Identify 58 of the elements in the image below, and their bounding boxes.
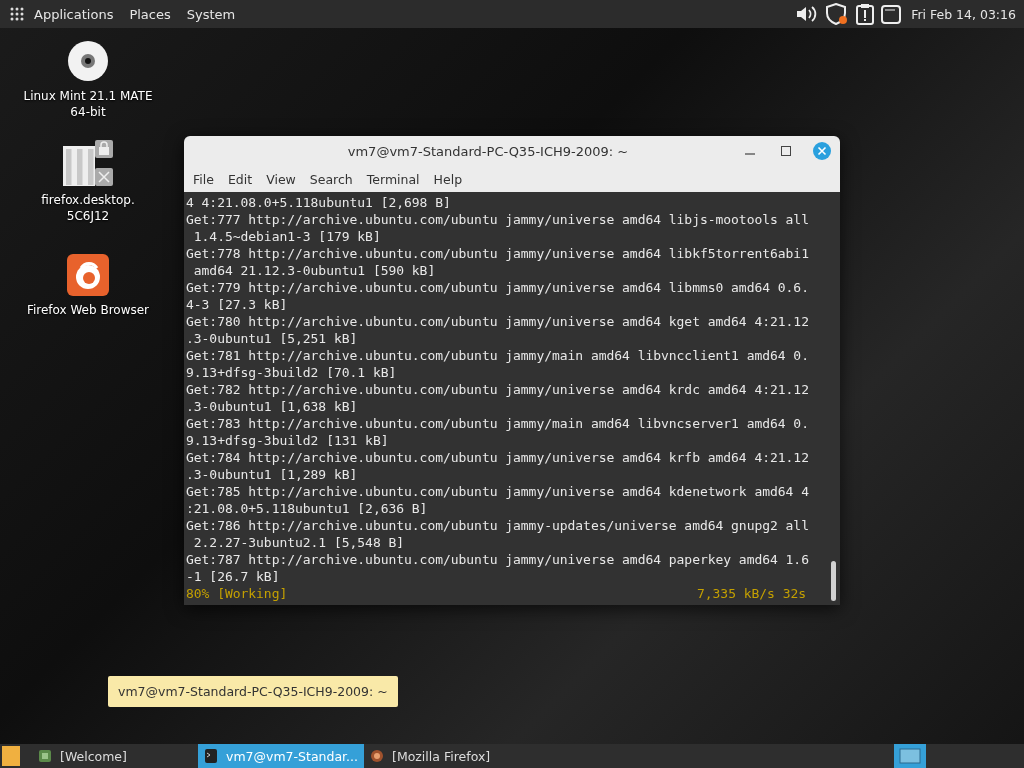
maximize-button[interactable] [780, 145, 792, 157]
window-icon[interactable] [881, 4, 902, 24]
menu-item[interactable]: Search [302, 171, 360, 187]
terminal-line: Get:779 http://archive.ubuntu.com/ubuntu jammy/universe amd64 libmms0 amd64 0.6. [186, 279, 810, 296]
terminal-line: :21.08.0+5.118ubuntu1 [2,636 B] [186, 500, 429, 517]
welcome-icon [38, 749, 52, 763]
clock[interactable]: Fri Feb 14, 03:16 [905, 6, 1018, 22]
terminal-line: Get:784 http://archive.ubuntu.com/ubuntu jammy/universe amd64 krfb amd64 4:21.12 [186, 449, 810, 466]
terminal-line: 2.2.27-3ubuntu2.1 [5,548 B] [192, 534, 406, 551]
menu-item[interactable]: View [259, 171, 303, 187]
terminal-line: Get:786 http://archive.ubuntu.com/ubuntu jammy-updates/universe amd64 gnupg2 all [186, 517, 810, 534]
window-title: vm7@vm7-Standard-PC-Q35-ICH9-2009: ~ [346, 143, 630, 159]
desktop-icon-label[interactable]: firefox.desktop. 5C6J12 [20, 192, 156, 224]
terminal-line: Get:787 http://archive.ubuntu.com/ubuntu jammy/universe amd64 paperkey amd64 1.6 [186, 551, 810, 568]
taskbar-item[interactable]: [Mozilla Firefox] [364, 744, 530, 768]
terminal-line: Get:785 http://archive.ubuntu.com/ubuntu jammy/universe amd64 kdenetwork amd64 4 [186, 483, 810, 500]
terminal-line: Get:782 http://archive.ubuntu.com/ubuntu jammy/universe amd64 krdc amd64 4:21.12 [186, 381, 810, 398]
terminal-line: 4 4:21.08.0+5.118ubuntu1 [2,698 B] [186, 194, 452, 211]
panel-menu[interactable]: Applications [26, 6, 122, 22]
terminal-line: 9.13+dfsg-3build2 [70.1 kB] [186, 364, 398, 381]
apps-grid-icon[interactable] [10, 7, 24, 21]
firefox-icon [67, 254, 109, 296]
terminal-line: Get:783 http://archive.ubuntu.com/ubuntu jammy/main amd64 libvncserver1 amd64 0. [186, 415, 810, 432]
download-speed: 7,335 kB/s 32s [697, 585, 806, 602]
shield-icon[interactable] [825, 3, 850, 25]
terminal-line: Get:780 http://archive.ubuntu.com/ubuntu jammy/universe amd64 kget amd64 4:21.12 [186, 313, 810, 330]
desktop-icon-label[interactable]: Firefox Web Browser [26, 302, 150, 318]
show-desktop-icon[interactable] [0, 744, 22, 768]
clipboard-alert-icon[interactable] [855, 3, 876, 25]
menu-item[interactable]: Terminal [359, 171, 427, 187]
scrollbar-thumb[interactable] [831, 561, 836, 601]
menu-item[interactable]: Help [426, 171, 470, 187]
terminal-line: .3-0ubuntu1 [1,638 kB] [186, 398, 359, 415]
disc-icon [67, 40, 109, 82]
workspace-switcher-icon[interactable] [894, 744, 926, 768]
terminal-line: Get:781 http://archive.ubuntu.com/ubuntu jammy/main amd64 libvncclient1 amd64 0. [186, 347, 810, 364]
terminal-line: .3-0ubuntu1 [1,289 kB] [186, 466, 359, 483]
terminal-icon [204, 748, 218, 764]
terminal-line: Get:778 http://archive.ubuntu.com/ubuntu jammy/universe amd64 libkf5torrent6abi1 [186, 245, 810, 262]
terminal-line: -1 [26.7 kB] [186, 568, 281, 585]
terminal-line: amd64 21.12.3-0ubuntu1 [590 kB] [192, 262, 437, 279]
terminal-line: 9.13+dfsg-3build2 [131 kB] [186, 432, 390, 449]
progress-status: 80% [Working] [186, 585, 288, 602]
terminal-line: 4-3 [27.3 kB] [186, 296, 289, 313]
terminal-line: Get:777 http://archive.ubuntu.com/ubuntu jammy/universe amd64 libjs-mootools all [186, 211, 810, 228]
terminal-line: 1.4.5~debian1-3 [179 kB] [192, 228, 382, 245]
panel-menu[interactable]: Places [121, 6, 179, 22]
close-button[interactable] [812, 141, 832, 161]
file-icon [61, 140, 115, 186]
menu-item[interactable]: Edit [220, 171, 260, 187]
menu-item[interactable]: File [186, 171, 221, 187]
taskbar-item[interactable]: [Welcome] [32, 744, 198, 768]
panel-menu[interactable]: System [178, 6, 244, 22]
terminal-line: .3-0ubuntu1 [5,251 kB] [186, 330, 359, 347]
volume-icon[interactable] [795, 4, 818, 24]
firefox-icon [370, 749, 384, 763]
tooltip: vm7@vm7-Standard-PC-Q35-ICH9-2009: ~ [108, 676, 398, 707]
desktop-icon-label[interactable]: Linux Mint 21.1 MATE 64-bit [20, 88, 156, 120]
